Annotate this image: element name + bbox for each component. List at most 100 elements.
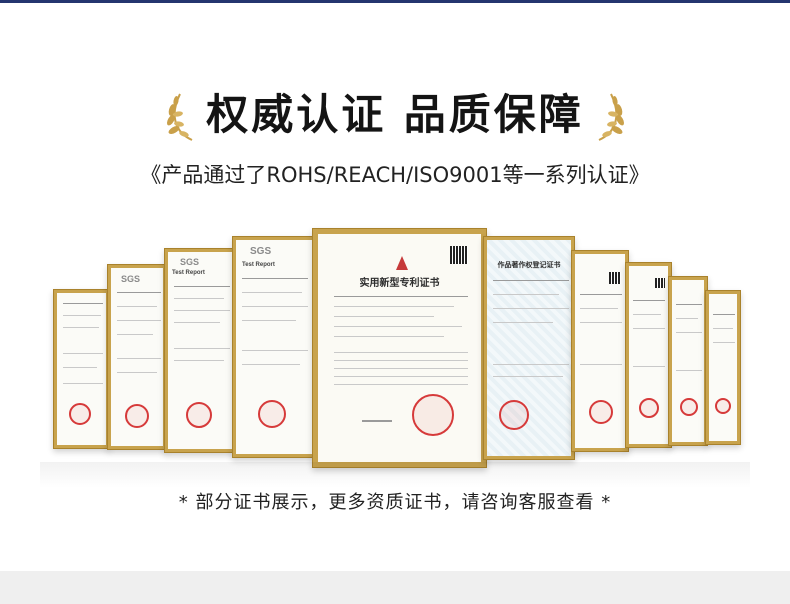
certificate-frame [53, 289, 110, 449]
text-line [676, 332, 702, 333]
headline-section: 权威认证 品质保障 [0, 86, 790, 146]
text-line [174, 322, 220, 323]
text-line [334, 336, 444, 337]
copyright-title: 作品著作权登记证书 [497, 261, 561, 269]
red-seal [639, 398, 659, 418]
text-line [63, 383, 103, 384]
text-line [676, 370, 702, 371]
text-line [334, 384, 468, 385]
certificate-paper: SGS [111, 268, 163, 446]
red-seal [69, 403, 91, 425]
floor-reflection [40, 462, 750, 488]
patent-title: 实用新型专利证书 [359, 278, 440, 289]
text-line [493, 364, 569, 365]
text-line [174, 310, 230, 311]
certificate-paper [575, 254, 625, 448]
certificate-frame: SGS Test Report [232, 236, 316, 458]
text-line [334, 376, 468, 377]
guilloche-pattern [487, 240, 571, 456]
text-line [174, 360, 224, 361]
text-line [493, 376, 563, 377]
certificate-frame: SGS Test Report [164, 248, 236, 453]
text-line [334, 352, 468, 353]
laurel-right-icon [598, 93, 624, 141]
text-line [334, 316, 434, 317]
page-title: 权威认证 品质保障 [206, 90, 584, 139]
certificate-paper [672, 280, 704, 442]
certificate-frame [625, 262, 672, 448]
text-line [117, 334, 153, 335]
red-seal [715, 398, 731, 414]
text-line [633, 366, 665, 367]
certificate-paper [57, 293, 106, 445]
bottom-band [0, 571, 790, 604]
text-line [713, 328, 733, 329]
text-line [174, 286, 230, 287]
text-line [117, 358, 161, 359]
red-seal [186, 402, 212, 428]
text-line [633, 328, 665, 329]
text-line [63, 367, 97, 368]
text-line [63, 327, 99, 328]
certificate-paper [709, 294, 737, 441]
text-line [242, 292, 302, 293]
sgs-logo: SGS [180, 257, 200, 267]
red-seal [412, 394, 454, 436]
text-line [493, 294, 559, 295]
text-line [580, 294, 622, 295]
certificate-frame: SGS [107, 264, 167, 450]
sgs-logo: SGS [121, 274, 141, 284]
report-heading: Test Report [242, 262, 275, 268]
text-line [493, 308, 569, 309]
report-heading: Test Report [172, 270, 205, 276]
text-line [713, 342, 735, 343]
certificate-frame [668, 276, 708, 446]
text-line [493, 280, 569, 281]
red-seal [499, 400, 529, 430]
text-line [242, 320, 296, 321]
certificate-paper: SGS Test Report [236, 240, 312, 454]
text-line [713, 314, 735, 315]
text-line [334, 296, 468, 297]
red-seal [589, 400, 613, 424]
text-line [334, 360, 468, 361]
text-line [63, 303, 103, 304]
text-line [580, 322, 622, 323]
sgs-logo: SGS [250, 246, 272, 257]
qr-code [609, 272, 621, 284]
qr-code [655, 278, 665, 288]
text-line [676, 304, 702, 305]
certificate-frame [571, 250, 629, 452]
patent-certificate-frame: 实用新型专利证书 [312, 228, 487, 468]
signature-line [362, 420, 392, 422]
patent-emblem-icon [396, 256, 408, 270]
text-line [242, 364, 300, 365]
text-line [633, 300, 665, 301]
certificate-frame [705, 290, 741, 445]
text-line [633, 314, 661, 315]
certification-subtitle: 《产品通过了ROHS/REACH/ISO9001等一系列认证》 [140, 163, 650, 187]
text-line [334, 326, 462, 327]
text-line [334, 306, 454, 307]
text-line [580, 308, 618, 309]
certificate-footnote: * 部分证书展示，更多资质证书，请咨询客服查看 * [178, 492, 612, 513]
certificate-paper: 实用新型专利证书 [318, 234, 481, 462]
certificate-paper: 作品著作权登记证书 [487, 240, 571, 456]
text-line [63, 353, 103, 354]
top-accent-bar [0, 0, 790, 3]
text-line [117, 372, 157, 373]
text-line [676, 318, 698, 319]
text-line [580, 364, 622, 365]
text-line [242, 278, 308, 279]
red-seal [680, 398, 698, 416]
certificate-paper [629, 266, 668, 444]
qr-code [450, 246, 468, 264]
text-line [334, 368, 468, 369]
text-line [117, 320, 161, 321]
text-line [242, 306, 308, 307]
text-line [63, 315, 101, 316]
text-line [117, 292, 161, 293]
certificate-paper: SGS Test Report [168, 252, 232, 449]
red-seal [258, 400, 286, 428]
copyright-certificate-frame: 作品著作权登记证书 [483, 236, 575, 460]
